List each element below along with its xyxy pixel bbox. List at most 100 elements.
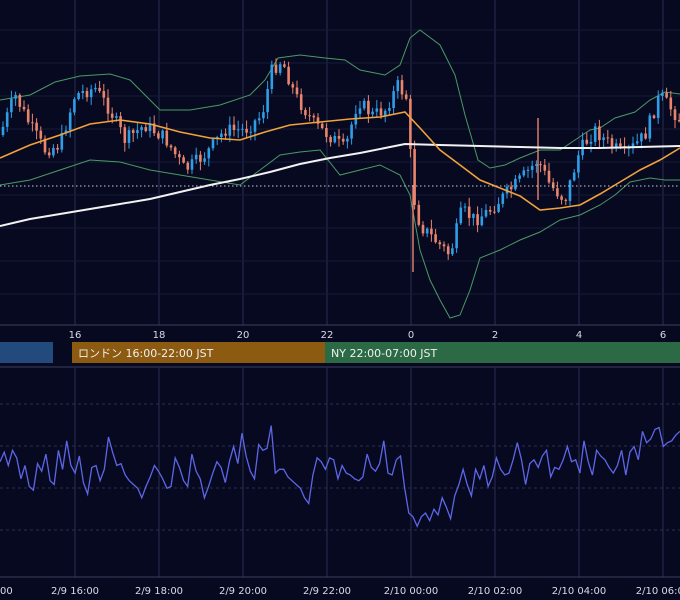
candle-body[interactable] [648, 115, 652, 139]
candle-body[interactable] [476, 214, 479, 226]
candle-body[interactable] [606, 137, 610, 139]
candle-body[interactable] [560, 196, 563, 200]
candle-body[interactable] [388, 108, 391, 111]
candle-body[interactable] [207, 148, 211, 159]
candle-body[interactable] [463, 206, 467, 208]
candle-body[interactable] [211, 139, 215, 149]
candle-body[interactable] [518, 175, 521, 179]
candle-body[interactable] [18, 94, 22, 107]
candle-body[interactable] [157, 133, 160, 139]
candle-body[interactable] [522, 170, 526, 176]
candle-body[interactable] [56, 147, 59, 150]
candle-body[interactable] [10, 98, 13, 113]
candle-body[interactable] [5, 112, 9, 127]
candle-body[interactable] [589, 141, 593, 144]
candle-body[interactable] [262, 112, 265, 119]
candle-body[interactable] [186, 162, 190, 170]
candle-body[interactable] [241, 128, 244, 130]
candle-body[interactable] [144, 127, 148, 132]
candle-body[interactable] [514, 178, 517, 190]
candle-body[interactable] [182, 157, 185, 163]
candle-body[interactable] [430, 228, 433, 235]
candle-body[interactable] [295, 87, 299, 95]
candle-body[interactable] [274, 64, 278, 73]
candle-body[interactable] [115, 116, 118, 118]
candle-body[interactable] [199, 154, 202, 162]
candle-body[interactable] [375, 108, 379, 112]
candle-body[interactable] [661, 92, 664, 96]
candle-body[interactable] [547, 170, 551, 183]
candle-body[interactable] [253, 120, 257, 132]
candle-body[interactable] [81, 91, 85, 94]
candle-body[interactable] [434, 234, 437, 243]
candle-body[interactable] [455, 223, 458, 249]
candle-body[interactable] [404, 94, 408, 99]
candle-body[interactable] [203, 158, 206, 162]
candle-body[interactable] [278, 64, 282, 73]
candle-body[interactable] [73, 99, 76, 113]
candle-body[interactable] [102, 91, 106, 98]
candle-body[interactable] [287, 66, 290, 85]
candle-body[interactable] [497, 203, 500, 212]
candle-body[interactable] [77, 93, 80, 100]
candle-body[interactable] [484, 210, 488, 217]
candle-body[interactable] [493, 211, 496, 213]
candle-body[interactable] [165, 130, 169, 146]
candle-body[interactable] [85, 91, 89, 98]
candle-body[interactable] [379, 108, 383, 116]
candle-body[interactable] [308, 115, 311, 117]
candle-body[interactable] [119, 116, 122, 128]
candle-body[interactable] [224, 133, 227, 136]
candle-body[interactable] [320, 123, 324, 129]
candle-body[interactable] [644, 133, 647, 139]
candle-body[interactable] [371, 111, 374, 115]
candle-body[interactable] [98, 87, 101, 92]
candle-body[interactable] [501, 193, 505, 204]
candle-body[interactable] [568, 180, 572, 201]
candle-body[interactable] [220, 133, 223, 138]
candle-body[interactable] [127, 130, 131, 143]
candle-body[interactable] [341, 138, 345, 142]
candle-body[interactable] [488, 210, 492, 212]
candle-body[interactable] [110, 113, 114, 118]
candle-body[interactable] [665, 92, 668, 98]
candle-body[interactable] [556, 188, 559, 197]
candle-body[interactable] [35, 122, 38, 131]
candle-body[interactable] [585, 139, 589, 144]
candle-body[interactable] [669, 97, 673, 110]
candle-body[interactable] [249, 131, 253, 133]
candle-body[interactable] [656, 95, 660, 118]
candle-body[interactable] [530, 165, 534, 170]
candle-body[interactable] [400, 80, 404, 95]
candle-body[interactable] [31, 122, 34, 124]
candle-body[interactable] [304, 110, 307, 116]
candle-body[interactable] [425, 228, 429, 234]
candle-body[interactable] [350, 124, 353, 139]
candle-body[interactable] [312, 115, 316, 118]
candle-body[interactable] [442, 244, 446, 247]
candle-body[interactable] [593, 126, 597, 142]
candle-body[interactable] [60, 133, 64, 150]
candle-body[interactable] [131, 130, 135, 134]
candle-body[interactable] [602, 137, 605, 141]
candle-body[interactable] [598, 126, 601, 141]
candle-body[interactable] [367, 100, 370, 115]
candle-body[interactable] [106, 97, 110, 114]
candle-body[interactable] [94, 87, 97, 90]
candle-body[interactable] [383, 110, 387, 116]
candle-body[interactable] [190, 159, 194, 170]
candle-body[interactable] [577, 155, 580, 173]
candle-body[interactable] [123, 127, 127, 143]
forex-chart[interactable]: 16 18 20 22 0 2 4 6 ロンドン 16:00-22:00 JST… [0, 0, 680, 600]
candle-body[interactable] [325, 128, 328, 137]
candle-body[interactable] [257, 118, 261, 121]
candle-body[interactable] [610, 138, 614, 148]
candle-body[interactable] [652, 115, 656, 118]
candle-body[interactable] [543, 164, 547, 171]
candle-body[interactable] [472, 214, 475, 218]
candle-body[interactable] [14, 94, 17, 99]
candle-body[interactable] [140, 127, 143, 131]
candle-body[interactable] [446, 246, 450, 255]
candle-body[interactable] [396, 80, 400, 92]
candle-body[interactable] [409, 98, 412, 149]
